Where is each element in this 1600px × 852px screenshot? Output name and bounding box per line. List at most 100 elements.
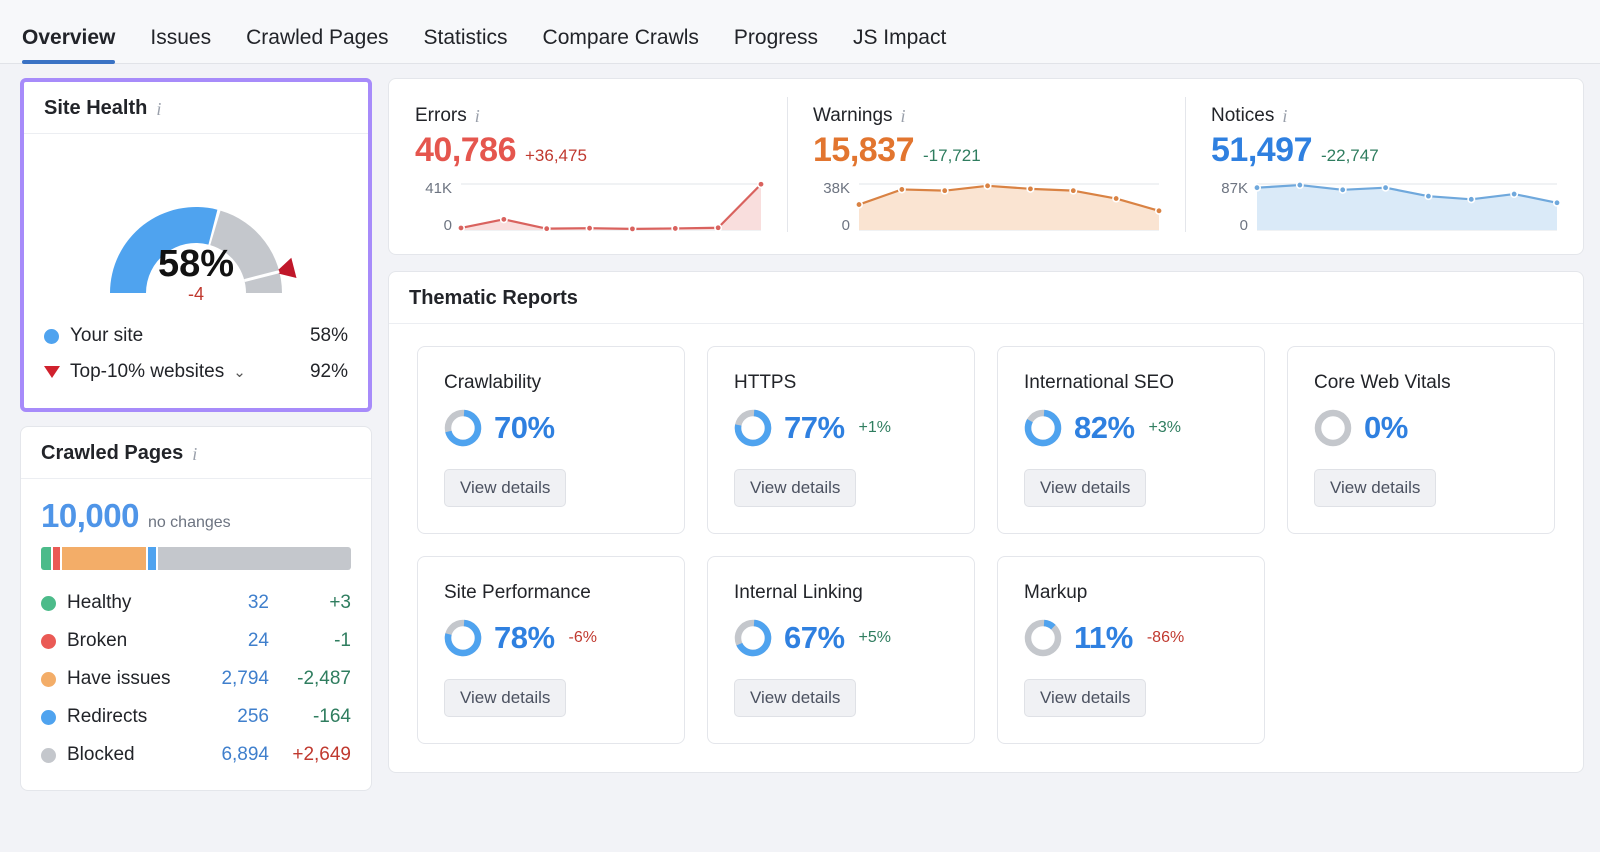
sparkline-svg (859, 178, 1159, 236)
thematic-card-score: 0% (1314, 409, 1528, 447)
crawled-pages-card: Crawled Pages i 10,000 no changes Health… (20, 426, 372, 791)
row-count: 6,894 (191, 744, 269, 766)
thematic-card-delta: +1% (859, 419, 891, 437)
sparkline-point (942, 187, 948, 193)
thematic-card-site-performance[interactable]: Site Performance 78% -6% View details (417, 556, 685, 744)
row-count: 24 (191, 630, 269, 652)
thematic-card-percent: 67% (784, 620, 845, 656)
legend-label: Your site (70, 325, 310, 347)
sparkline-point (899, 186, 905, 192)
stat-value: 40,786 (415, 131, 516, 170)
issue-stats-row: Errorsi40,786+36,47541K0Warningsi15,837-… (389, 79, 1583, 254)
tab-js-impact[interactable]: JS Impact (853, 26, 946, 63)
site-health-legend: Your site58%Top-10% websites⌄92% (24, 314, 368, 408)
legend-label: Top-10% websites⌄ (70, 361, 310, 383)
crawled-pages-total: 10,000 no changes (41, 497, 351, 535)
thematic-card-delta: +3% (1149, 419, 1181, 437)
stat-value-row: 51,497-22,747 (1211, 131, 1557, 170)
info-icon[interactable]: i (475, 107, 480, 125)
sparkline-point (1340, 187, 1346, 193)
stat-notices: Notices i 51,497-22,747 87K0 (1185, 89, 1583, 240)
stat-header: Notices i (1211, 105, 1557, 127)
left-column: Site Health i 58% -4 Your site58%Top-10%… (20, 78, 372, 791)
view-details-button[interactable]: View details (1024, 469, 1146, 507)
stat-value: 51,497 (1211, 131, 1312, 170)
crawled-pages-row[interactable]: Healthy32+3 (41, 584, 351, 622)
stat-name: Notices (1211, 105, 1274, 127)
axis-tick-bottom: 0 (813, 217, 850, 234)
tab-progress[interactable]: Progress (734, 26, 818, 63)
axis-tick-top: 87K (1211, 180, 1248, 197)
tab-crawled-pages[interactable]: Crawled Pages (246, 26, 388, 63)
row-delta: +3 (269, 592, 351, 614)
info-icon[interactable]: i (156, 100, 161, 118)
progress-ring-icon (734, 409, 772, 447)
sparkline-chart: 87K0 (1211, 178, 1557, 236)
info-icon[interactable]: i (192, 445, 197, 463)
sparkline-point (1070, 187, 1076, 193)
row-delta: -1 (269, 630, 351, 652)
thematic-card-core-web-vitals[interactable]: Core Web Vitals 0% View details (1287, 346, 1555, 534)
thematic-card-delta: -6% (569, 629, 597, 647)
thematic-card-markup[interactable]: Markup11%-86%View details (997, 556, 1265, 744)
thematic-card-title: Site Performance (444, 582, 658, 604)
thematic-card-percent: 11% (1074, 620, 1133, 656)
view-details-button[interactable]: View details (734, 679, 856, 717)
view-details-button[interactable]: View details (1024, 679, 1146, 717)
crawled-pages-row[interactable]: Blocked6,894+2,649 (41, 736, 351, 774)
crawled-pages-row[interactable]: Redirects256-164 (41, 698, 351, 736)
view-details-button[interactable]: View details (1314, 469, 1436, 507)
segment-broken (53, 547, 60, 570)
sparkline-point (715, 225, 721, 231)
chevron-down-icon[interactable]: ⌄ (233, 364, 246, 381)
row-delta: -2,487 (269, 668, 351, 690)
sparkline-svg (461, 178, 761, 236)
row-count: 32 (191, 592, 269, 614)
thematic-card-crawlability[interactable]: Crawlability70%View details (417, 346, 685, 534)
progress-ring-icon (444, 619, 482, 657)
thematic-card-internal-linking[interactable]: Internal Linking67%+5%View details (707, 556, 975, 744)
row-count: 2,794 (191, 668, 269, 690)
tab-overview[interactable]: Overview (22, 26, 115, 63)
svg-text:58%: 58% (158, 243, 234, 285)
stat-header: Warningsi (813, 105, 1159, 127)
crawled-pages-row[interactable]: Have issues2,794-2,487 (41, 660, 351, 698)
axis-tick-bottom: 0 (415, 217, 452, 234)
info-icon[interactable]: i (901, 107, 906, 125)
sparkline-point (1554, 200, 1560, 206)
view-details-button[interactable]: View details (444, 469, 566, 507)
sparkline-point (1382, 185, 1388, 191)
sparkline-point (856, 201, 862, 207)
crawled-pages-row[interactable]: Broken24-1 (41, 622, 351, 660)
sparkline-point (1027, 186, 1033, 192)
view-details-button[interactable]: View details (444, 679, 566, 717)
sparkline-point (586, 225, 592, 231)
sparkline-point (544, 225, 550, 231)
tab-compare-crawls[interactable]: Compare Crawls (543, 26, 699, 63)
crawled-pages-header: Crawled Pages i (21, 427, 371, 479)
sparkline-point (629, 226, 635, 232)
view-details-button[interactable]: View details (734, 469, 856, 507)
thematic-card-percent: 78% (494, 620, 555, 656)
thematic-card-delta: -86% (1147, 629, 1184, 647)
thematic-card-score: 11% -86% (1024, 619, 1238, 657)
thematic-card-title: Core Web Vitals (1314, 372, 1528, 394)
info-icon[interactable]: i (1282, 107, 1287, 125)
sparkline-axis: 87K0 (1211, 178, 1257, 236)
site-health-gauge: 58% -4 (24, 134, 368, 314)
stat-value-row: 40,786+36,475 (415, 131, 761, 170)
thematic-card-score: 78% -6% (444, 619, 658, 657)
thematic-card-international-seo[interactable]: International SEO82%+3%View details (997, 346, 1265, 534)
thematic-card-title: International SEO (1024, 372, 1238, 394)
thematic-card-percent: 77% (784, 410, 845, 446)
gauge-svg: 58% -4 (60, 148, 332, 310)
thematic-reports-header: Thematic Reports (389, 272, 1583, 324)
site-health-header: Site Health i (24, 82, 368, 134)
tab-issues[interactable]: Issues (150, 26, 211, 63)
sparkline-point (984, 183, 990, 189)
axis-tick-top: 38K (813, 180, 850, 197)
thematic-reports-grid: Crawlability70%View detailsHTTPS77%+1%Vi… (389, 324, 1583, 772)
sparkline-point (501, 216, 507, 222)
thematic-card-https[interactable]: HTTPS77%+1%View details (707, 346, 975, 534)
tab-statistics[interactable]: Statistics (424, 26, 508, 63)
